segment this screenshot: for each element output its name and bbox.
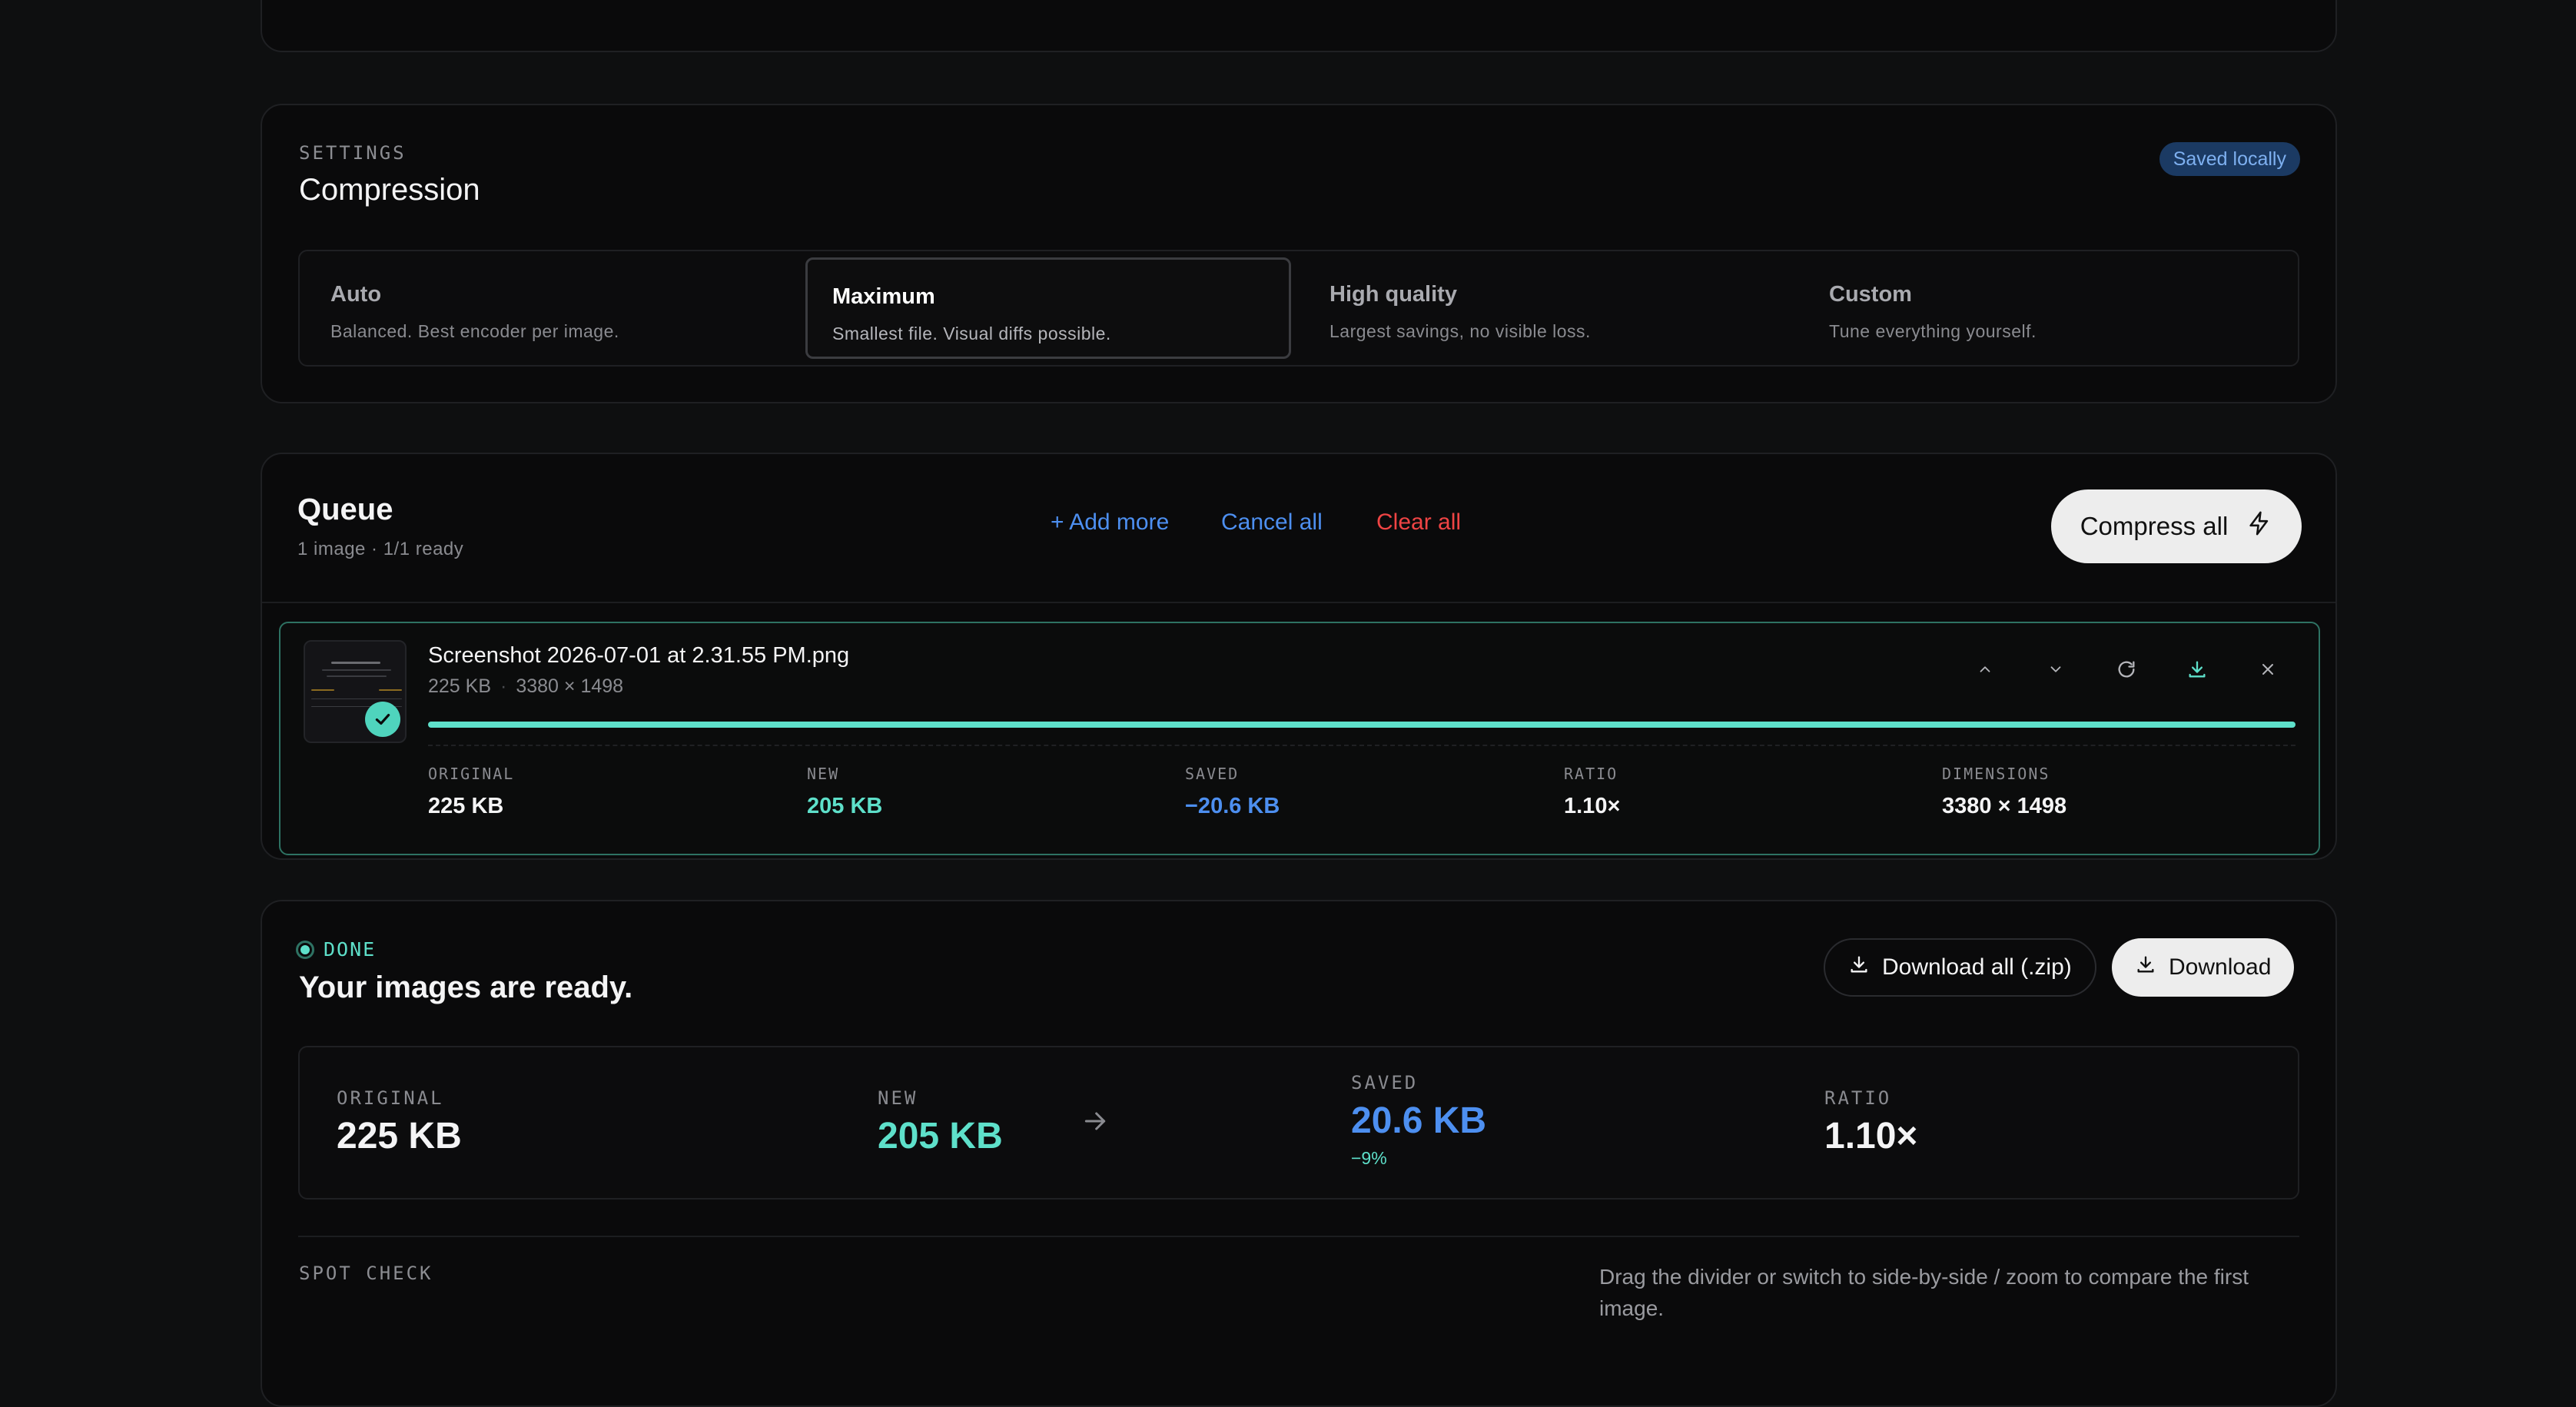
mode-title: Maximum xyxy=(832,284,935,309)
stat-label: DIMENSIONS xyxy=(1942,765,2050,783)
summary-ratio: RATIO 1.10× xyxy=(1824,1087,1917,1157)
stat-new: NEW 205 KB xyxy=(807,765,882,819)
stat-label: NEW xyxy=(807,765,840,783)
queue-title: Queue xyxy=(297,493,393,526)
chevron-down-icon[interactable] xyxy=(2042,655,2070,683)
stat-ratio: RATIO 1.10× xyxy=(1564,765,1620,819)
spot-check-label: SPOT CHECK xyxy=(299,1263,433,1284)
add-more-button[interactable]: + Add more xyxy=(1051,509,1169,536)
stat-value: −20.6 KB xyxy=(1185,794,1280,818)
summary-saved: SAVED 20.6 KB −9% xyxy=(1351,1072,1486,1169)
download-all-zip-button[interactable]: Download all (.zip) xyxy=(1824,938,2096,997)
mode-title: High quality xyxy=(1329,282,1457,307)
settings-card: SETTINGS Compression Saved locally Auto … xyxy=(261,104,2337,403)
done-card: DONE Your images are ready. Download all… xyxy=(261,900,2337,1407)
cancel-all-button[interactable]: Cancel all xyxy=(1221,509,1323,536)
done-status-label: DONE xyxy=(324,938,377,961)
mode-description: Tune everything yourself. xyxy=(1829,321,2037,341)
lightning-icon xyxy=(2246,510,2272,543)
download-button[interactable]: Download xyxy=(2112,938,2295,997)
summary-original: ORIGINAL 225 KB xyxy=(337,1087,462,1157)
file-thumbnail xyxy=(304,640,407,743)
mode-description: Largest savings, no visible loss. xyxy=(1329,321,1591,341)
status-dot-icon xyxy=(296,940,314,959)
spot-check-hint: Drag the divider or switch to side-by-si… xyxy=(1599,1265,2249,1320)
done-divider xyxy=(298,1236,2299,1237)
summary-saved-percent: −9% xyxy=(1351,1148,1387,1168)
stat-original: ORIGINAL 225 KB xyxy=(428,765,514,819)
stat-value: 3380 × 1498 xyxy=(1942,794,2067,818)
compression-mode-group: Auto Balanced. Best encoder per image. M… xyxy=(298,250,2299,367)
stat-label: SAVED xyxy=(1185,765,1240,783)
summary-value: 225 KB xyxy=(337,1116,462,1156)
download-label: Download xyxy=(2169,954,2272,980)
mode-description: Balanced. Best encoder per image. xyxy=(330,321,619,341)
queue-subtitle: 1 image · 1/1 ready xyxy=(297,539,464,559)
row-actions xyxy=(1971,655,2282,683)
previous-card xyxy=(261,0,2337,52)
progress-bar xyxy=(428,722,2295,728)
summary-label: SAVED xyxy=(1351,1072,1419,1093)
mode-auto[interactable]: Auto Balanced. Best encoder per image. xyxy=(306,257,792,359)
file-meta: 225 KB · 3380 × 1498 xyxy=(428,675,624,697)
close-icon[interactable] xyxy=(2254,655,2282,683)
download-icon[interactable] xyxy=(2183,655,2211,683)
check-icon xyxy=(365,702,400,737)
stat-dimensions: DIMENSIONS 3380 × 1498 xyxy=(1942,765,2066,819)
refresh-icon[interactable] xyxy=(2113,655,2140,683)
queue-divider xyxy=(262,602,2335,603)
stat-label: ORIGINAL xyxy=(428,765,515,783)
summary-panel: ORIGINAL 225 KB NEW 205 KB SAVED 20.6 KB… xyxy=(298,1046,2299,1200)
saved-locally-badge: Saved locally xyxy=(2159,142,2300,176)
summary-value: 20.6 KB xyxy=(1351,1100,1487,1141)
stat-label: RATIO xyxy=(1564,765,1618,783)
done-title: Your images are ready. xyxy=(299,971,633,1004)
summary-new: NEW 205 KB xyxy=(878,1087,1003,1157)
file-size: 225 KB xyxy=(428,675,492,697)
summary-label: RATIO xyxy=(1824,1087,1892,1109)
stat-value: 225 KB xyxy=(428,794,504,818)
file-dimensions: 3380 × 1498 xyxy=(516,675,624,697)
file-row: Screenshot 2026-07-01 at 2.31.55 PM.png … xyxy=(279,622,2320,855)
arrow-right-icon xyxy=(1080,1106,1110,1140)
stat-saved: SAVED −20.6 KB xyxy=(1185,765,1280,819)
settings-title: Compression xyxy=(299,173,480,207)
stat-value: 1.10× xyxy=(1564,794,1621,818)
progress-fill xyxy=(428,722,2295,728)
mode-title: Auto xyxy=(330,282,382,307)
queue-card: Queue 1 image · 1/1 ready + Add more Can… xyxy=(261,453,2337,860)
stat-value: 205 KB xyxy=(807,794,883,818)
summary-value: 1.10× xyxy=(1824,1116,1918,1156)
row-divider xyxy=(428,745,2295,746)
download-icon xyxy=(2135,954,2156,981)
summary-value: 205 KB xyxy=(878,1116,1003,1156)
download-icon xyxy=(1848,954,1870,981)
mode-maximum[interactable]: Maximum Smallest file. Visual diffs poss… xyxy=(805,257,1291,359)
download-all-zip-label: Download all (.zip) xyxy=(1882,954,2072,980)
mode-title: Custom xyxy=(1829,282,1912,307)
done-status: DONE xyxy=(296,938,376,961)
file-name: Screenshot 2026-07-01 at 2.31.55 PM.png xyxy=(428,643,850,668)
summary-label: NEW xyxy=(878,1087,918,1109)
settings-overline: SETTINGS xyxy=(299,142,407,164)
compress-all-label: Compress all xyxy=(2080,512,2229,540)
mode-high-quality[interactable]: High quality Largest savings, no visible… xyxy=(1305,257,1791,359)
summary-label: ORIGINAL xyxy=(337,1087,444,1109)
compress-all-button[interactable]: Compress all xyxy=(2051,489,2302,563)
chevron-up-icon[interactable] xyxy=(1971,655,1999,683)
mode-custom[interactable]: Custom Tune everything yourself. xyxy=(1804,257,2290,359)
clear-all-button[interactable]: Clear all xyxy=(1376,509,1461,536)
mode-description: Smallest file. Visual diffs possible. xyxy=(832,324,1111,343)
